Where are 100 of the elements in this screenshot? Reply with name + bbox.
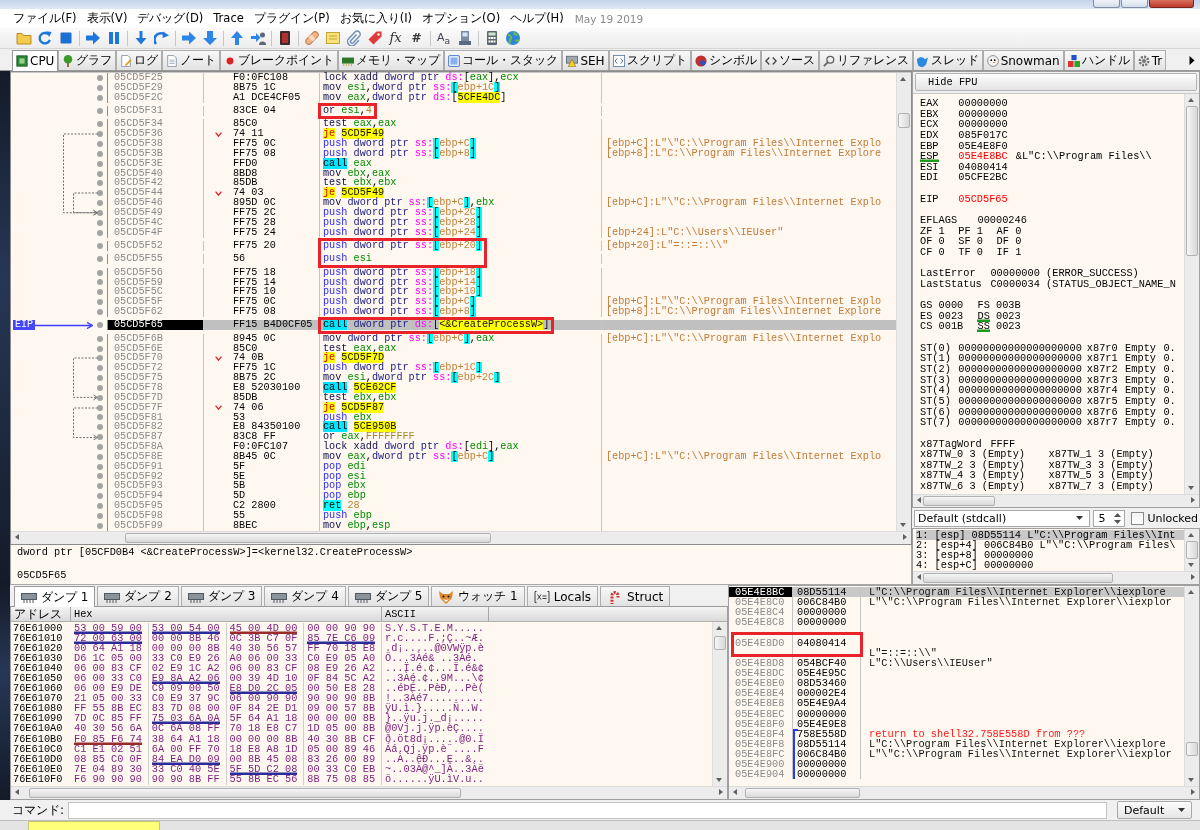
tab[interactable]: ブレークポイント	[220, 50, 339, 70]
hex-bytes: 00 33 C0 EB	[307, 764, 376, 775]
device-icon[interactable]	[456, 30, 473, 46]
unlocked-checkbox[interactable]	[1131, 511, 1145, 525]
value-cell: 758E558D	[793, 728, 861, 739]
tab[interactable]: Snowman	[982, 50, 1064, 70]
paperclip-icon[interactable]	[345, 30, 362, 46]
register-name: ECX	[920, 120, 939, 131]
dot-icon	[97, 269, 103, 276]
scrollbar[interactable]	[729, 786, 1199, 799]
tag-icon[interactable]	[366, 30, 383, 46]
tab[interactable]: スクリプト	[608, 50, 691, 70]
tab[interactable]: スレッド	[912, 50, 983, 70]
register-value: 05E4E8F0	[958, 139, 1008, 152]
scrollbar[interactable]	[11, 786, 727, 799]
hide-fpu-button[interactable]: Hide FPU	[915, 73, 1197, 91]
toolbar-button[interactable]: A$_{a}$	[433, 29, 454, 47]
maximize-button[interactable]	[1121, 0, 1148, 8]
close-button[interactable]	[1149, 0, 1194, 8]
register-value: 04080414	[958, 160, 1008, 173]
fpu-name: ST(1)	[920, 352, 951, 365]
menu-item[interactable]: Trace	[208, 10, 249, 27]
tab[interactable]: メモリ・マップ	[338, 50, 445, 70]
tab[interactable]: SEH	[562, 50, 609, 70]
hex-bytes: 83 26 00 89	[307, 754, 376, 765]
hex-bytes: 85 7E C6 09	[307, 634, 376, 645]
tab[interactable]: ダンプ 2	[97, 586, 179, 606]
menu-item[interactable]: ヘルプ(H)	[505, 10, 569, 27]
scrollbar[interactable]	[913, 494, 1199, 507]
tab[interactable]: ソース	[760, 50, 819, 70]
tab[interactable]: Tr	[1133, 50, 1167, 70]
tab[interactable]: コール・スタック	[444, 50, 563, 70]
scrollbar[interactable]	[896, 73, 911, 531]
instruction-text: push ebp	[323, 509, 372, 521]
register-name: x87TagWord	[920, 437, 982, 450]
menu-item[interactable]: オプション(O)	[417, 10, 506, 27]
globe-icon[interactable]	[504, 30, 521, 46]
tab[interactable]: ハンドル	[1063, 50, 1134, 70]
scrollbar[interactable]	[11, 531, 911, 544]
tag-text: x87TW_6 3 (Empty)	[920, 480, 1026, 493]
hex-bytes: 72 00 63 00	[74, 634, 142, 645]
menu-item[interactable]: プラグイン(P)	[248, 10, 335, 27]
hex-bytes: FF 70 18 E8	[307, 644, 376, 655]
address-cell: 05E4E8F0	[729, 718, 793, 729]
argument-text[interactable]: 1: [esp] 08D55114 L"C:\\Program Files\\Int	[916, 530, 1184, 540]
count-spinner[interactable]: 5	[1092, 509, 1126, 527]
instruction-text: je 5CD5F87	[323, 401, 385, 413]
command-input[interactable]	[68, 801, 1107, 819]
bandage-icon[interactable]	[303, 30, 320, 46]
tab[interactable]: リファレンス	[818, 50, 913, 70]
tab[interactable]: Struct	[600, 586, 671, 606]
tab[interactable]: ダンプ 3	[180, 586, 263, 606]
menu-item[interactable]: 表示(V)	[81, 10, 133, 27]
scrollbar[interactable]	[1184, 94, 1199, 494]
scrollbar[interactable]	[1184, 586, 1199, 786]
restart-icon[interactable]	[36, 30, 53, 46]
tab[interactable]: グラフ	[58, 50, 117, 70]
arrow-right-icon[interactable]	[180, 30, 197, 46]
tab[interactable]: ログ	[116, 50, 163, 70]
address-cell: 05E4E8F8	[729, 738, 793, 749]
minimize-button[interactable]	[1093, 0, 1120, 8]
step-over-icon[interactable]	[153, 30, 170, 46]
tab[interactable]: シンボル	[690, 50, 761, 70]
arrow-person-icon[interactable]	[249, 30, 266, 46]
toolbar-button[interactable]: fx	[385, 29, 406, 47]
folder-icon[interactable]	[15, 30, 32, 46]
tab[interactable]: ダンプ 4	[264, 586, 346, 606]
address-cell: 05CD5F42	[107, 178, 203, 189]
address-cell: 05E4E900	[729, 759, 793, 770]
tab-scroll-button[interactable]	[1187, 54, 1197, 66]
toolbar-button[interactable]: #	[406, 29, 427, 47]
scrollbar[interactable]	[1184, 529, 1199, 571]
segment-name: SS	[977, 322, 990, 333]
arrow-up-icon[interactable]	[228, 30, 245, 46]
tab[interactable]: ダンプ 1	[14, 586, 96, 607]
note-icon[interactable]	[324, 30, 341, 46]
scrollbar[interactable]	[712, 622, 727, 786]
argument-text[interactable]: 2: [esp+4] 006C84B0 L"\"C:\\Program Files\	[916, 540, 1184, 550]
argument-text[interactable]: 4: [esp+C] 00000000	[916, 560, 1184, 570]
segment-value: 0023	[938, 309, 964, 322]
convention-dropdown[interactable]: Default (stdcall)	[914, 509, 1090, 527]
run-icon[interactable]	[84, 30, 101, 46]
fpu-tag: x87r1	[1086, 352, 1118, 365]
argument-text[interactable]: 3: [esp+8] 00000000	[916, 550, 1184, 560]
menu-item[interactable]: ファイル(F)	[8, 10, 82, 27]
instruction-text: mov eax,dword ptr ss:[ebp+C]	[323, 450, 495, 462]
hex-bytes: 0F 84 5C A2	[307, 674, 376, 685]
tab[interactable]: Locals	[526, 586, 599, 606]
tab[interactable]: ウォッチ 1	[431, 586, 525, 606]
comment-text: [ebp+20]:L"=::=::\\"	[606, 240, 729, 251]
menu-item[interactable]: お気に入り(I)	[334, 10, 418, 27]
arrow-down-icon[interactable]	[201, 30, 218, 46]
tab[interactable]: ノート	[162, 50, 221, 70]
fpu-value: 00000000000000000000	[958, 384, 1082, 397]
mode-dropdown[interactable]: Default	[1117, 801, 1192, 819]
tab[interactable]: ダンプ 5	[347, 586, 430, 606]
hex-bytes: 00 8B 45 08	[229, 754, 298, 765]
menu-item[interactable]: デバッグ(D)	[132, 10, 209, 27]
scrollbar[interactable]	[913, 571, 1199, 584]
tab[interactable]: CPU	[12, 50, 59, 71]
